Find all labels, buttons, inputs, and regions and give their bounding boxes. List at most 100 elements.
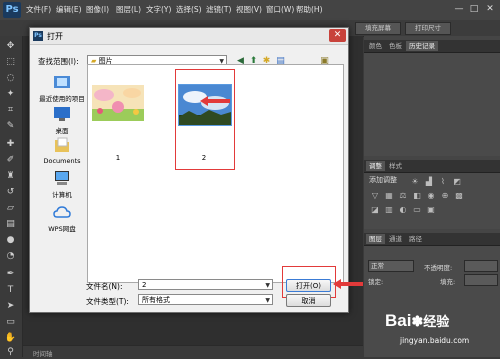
place-wps-cloud[interactable]: WPS网盘 bbox=[36, 204, 88, 233]
dialog-title-bar: Ps 打开 ✕ bbox=[30, 28, 348, 45]
hue-icon[interactable]: ▦ bbox=[384, 191, 394, 200]
magic-wand-tool-icon[interactable]: ✦ bbox=[4, 88, 17, 101]
history-panel-body bbox=[364, 53, 500, 156]
cancel-button[interactable]: 取消 bbox=[286, 294, 331, 307]
tab-history[interactable]: 历史记录 bbox=[406, 41, 438, 51]
eraser-tool-icon[interactable]: ▱ bbox=[4, 202, 17, 215]
history-brush-tool-icon[interactable]: ↺ bbox=[4, 186, 17, 199]
place-documents[interactable]: Documents bbox=[36, 136, 88, 165]
filename-input[interactable]: 2 ▼ bbox=[138, 279, 273, 290]
tab-color[interactable]: 颜色 bbox=[366, 41, 385, 51]
menu-help[interactable]: 帮助(H) bbox=[296, 4, 323, 15]
dialog-close-button[interactable]: ✕ bbox=[329, 29, 346, 42]
open-button[interactable]: 打开(O) bbox=[286, 279, 331, 292]
invert-icon[interactable]: ◪ bbox=[370, 205, 380, 214]
menu-filter[interactable]: 滤镜(T) bbox=[206, 4, 231, 15]
gradient-map-icon[interactable]: ▭ bbox=[412, 205, 422, 214]
stamp-tool-icon[interactable]: ♜ bbox=[4, 170, 17, 183]
eyedropper-tool-icon[interactable]: ✎ bbox=[4, 120, 17, 133]
adjust-title: 添加调整 bbox=[369, 176, 397, 184]
cloud-icon bbox=[53, 206, 71, 218]
crop-tool-icon[interactable]: ⌗ bbox=[4, 104, 17, 117]
filetype-select[interactable]: 所有格式 ▼ bbox=[138, 294, 273, 305]
menu-select[interactable]: 选择(S) bbox=[176, 4, 202, 15]
threshold-icon[interactable]: ◐ bbox=[398, 205, 408, 214]
open-dialog: Ps 打开 ✕ 查找范围(I): ▰ 图片 ▼ ◀ ⬆ ✱ ▤ ▣ 最近使用的项… bbox=[29, 27, 349, 313]
file-name-1: 1 bbox=[115, 154, 121, 162]
watermark-url: jingyan.baidu.com bbox=[400, 336, 470, 345]
tab-swatches[interactable]: 色板 bbox=[386, 41, 405, 51]
vibrance-icon[interactable]: ▽ bbox=[370, 191, 380, 200]
photoshop-small-icon: Ps bbox=[33, 31, 43, 41]
exposure-icon[interactable]: ◩ bbox=[452, 177, 462, 186]
healing-tool-icon[interactable]: ✚ bbox=[4, 138, 17, 151]
minimize-icon[interactable]: — bbox=[452, 3, 466, 15]
menu-image[interactable]: 图像(I) bbox=[86, 4, 109, 15]
tab-styles[interactable]: 样式 bbox=[386, 161, 405, 171]
levels-icon[interactable]: ▟ bbox=[424, 177, 434, 186]
tab-paths[interactable]: 路径 bbox=[406, 234, 425, 244]
file-thumbnail-1[interactable] bbox=[92, 85, 144, 121]
filetype-value: 所有格式 bbox=[142, 296, 170, 304]
selective-color-icon[interactable]: ▣ bbox=[426, 205, 436, 214]
place-documents-label: Documents bbox=[43, 157, 81, 165]
paw-icon: ✽ bbox=[411, 313, 424, 329]
adjust-panel-tabs: 调整 样式 bbox=[364, 160, 500, 173]
file-name-2: 2 bbox=[201, 154, 207, 162]
dodge-tool-icon[interactable]: ◔ bbox=[4, 250, 17, 263]
bw-icon[interactable]: ◧ bbox=[412, 191, 422, 200]
lookup-icon[interactable]: ▩ bbox=[454, 191, 464, 200]
dialog-title: 打开 bbox=[47, 32, 63, 41]
place-computer[interactable]: 计算机 bbox=[36, 170, 88, 199]
tab-channels[interactable]: 通道 bbox=[386, 234, 405, 244]
maximize-icon[interactable]: □ bbox=[467, 3, 481, 15]
cartoon-image-thumbnail bbox=[92, 85, 144, 121]
posterize-icon[interactable]: ▥ bbox=[384, 205, 394, 214]
menu-view[interactable]: 视图(V) bbox=[236, 4, 262, 15]
opacity-label: 不透明度: bbox=[424, 264, 453, 272]
shape-tool-icon[interactable]: ▭ bbox=[4, 316, 17, 329]
menu-type[interactable]: 文字(Y) bbox=[146, 4, 171, 15]
menu-edit[interactable]: 编辑(E) bbox=[56, 4, 82, 15]
menu-bar: Ps 文件(F) 编辑(E) 图像(I) 图层(L) 文字(Y) 选择(S) 滤… bbox=[0, 0, 500, 21]
brush-tool-icon[interactable]: ✐ bbox=[4, 154, 17, 167]
photo-filter-icon[interactable]: ◉ bbox=[426, 191, 436, 200]
hand-tool-icon[interactable]: ✋ bbox=[4, 332, 17, 345]
close-window-icon[interactable]: ✕ bbox=[483, 3, 497, 15]
pen-tool-icon[interactable]: ✒ bbox=[4, 268, 17, 281]
text-tool-icon[interactable]: T bbox=[4, 284, 17, 297]
lasso-tool-icon[interactable]: ◌ bbox=[4, 72, 17, 85]
filetype-label: 文件类型(T): bbox=[86, 297, 129, 306]
recent-icon bbox=[54, 76, 70, 88]
marquee-tool-icon[interactable]: ⬚ bbox=[4, 56, 17, 69]
blend-mode-select[interactable]: 正常 bbox=[368, 260, 414, 272]
filename-label: 文件名(N): bbox=[86, 282, 123, 291]
place-recent[interactable]: 最近使用的项目 bbox=[36, 74, 88, 103]
watermark-suffix: 经验 bbox=[423, 314, 450, 329]
watermark-brand: Bai✽经验 bbox=[385, 311, 449, 331]
zoom-tool-icon[interactable]: ⚲ bbox=[4, 346, 17, 359]
annotation-arrow-open-button bbox=[333, 279, 363, 289]
curves-icon[interactable]: ⌇ bbox=[438, 177, 448, 186]
path-select-tool-icon[interactable]: ➤ bbox=[4, 300, 17, 313]
blur-tool-icon[interactable]: ● bbox=[4, 234, 17, 247]
chevron-down-icon: ▼ bbox=[265, 297, 270, 304]
fill-field[interactable] bbox=[464, 274, 498, 286]
brightness-icon[interactable]: ☀ bbox=[410, 177, 420, 186]
place-desktop[interactable]: 桌面 bbox=[36, 106, 88, 135]
tab-layers[interactable]: 图层 bbox=[366, 234, 385, 244]
opacity-field[interactable] bbox=[464, 260, 498, 272]
status-bar: 时间轴 bbox=[23, 345, 363, 358]
print-size-button[interactable]: 打印尺寸 bbox=[405, 22, 451, 35]
fill-screen-button[interactable]: 填充屏幕 bbox=[355, 22, 401, 35]
menu-layer[interactable]: 图层(L) bbox=[116, 4, 141, 15]
color-balance-icon[interactable]: ⚖ bbox=[398, 191, 408, 200]
look-in-label: 查找范围(I): bbox=[38, 57, 79, 66]
move-tool-icon[interactable]: ✥ bbox=[4, 40, 17, 53]
menu-file[interactable]: 文件(F) bbox=[26, 4, 51, 15]
tab-adjustments[interactable]: 调整 bbox=[366, 161, 385, 171]
menu-window[interactable]: 窗口(W) bbox=[266, 4, 294, 15]
gradient-tool-icon[interactable]: ▤ bbox=[4, 218, 17, 231]
chevron-down-icon: ▼ bbox=[265, 282, 270, 289]
mixer-icon[interactable]: ⊕ bbox=[440, 191, 450, 200]
